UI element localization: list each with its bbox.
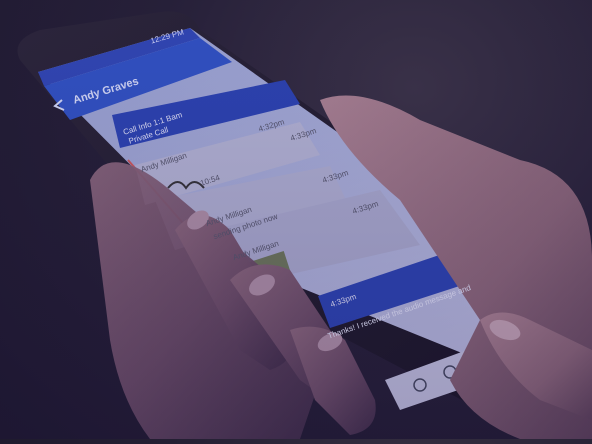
message-5-time: 4:33pm	[329, 292, 357, 309]
phone-ui-text: 12:29 PM Andy Graves Call Info 1:1 Bam P…	[0, 0, 592, 439]
status-time: 12:29 PM	[149, 27, 184, 45]
message-3-time: 4:33pm	[321, 168, 349, 185]
header-title: Andy Graves	[72, 75, 140, 106]
message-5-text: Thanks! I received the audio message and	[327, 283, 472, 341]
message-2-time: 4:33pm	[289, 126, 317, 143]
message-1-time: 4:32pm	[257, 117, 285, 133]
message-4-time: 4:33pm	[351, 199, 379, 216]
message-4-sender: Andy Milligan	[232, 239, 280, 262]
message-2-duration: 10:54	[199, 173, 221, 188]
message-2-sender: Andy Milligan	[140, 151, 188, 174]
